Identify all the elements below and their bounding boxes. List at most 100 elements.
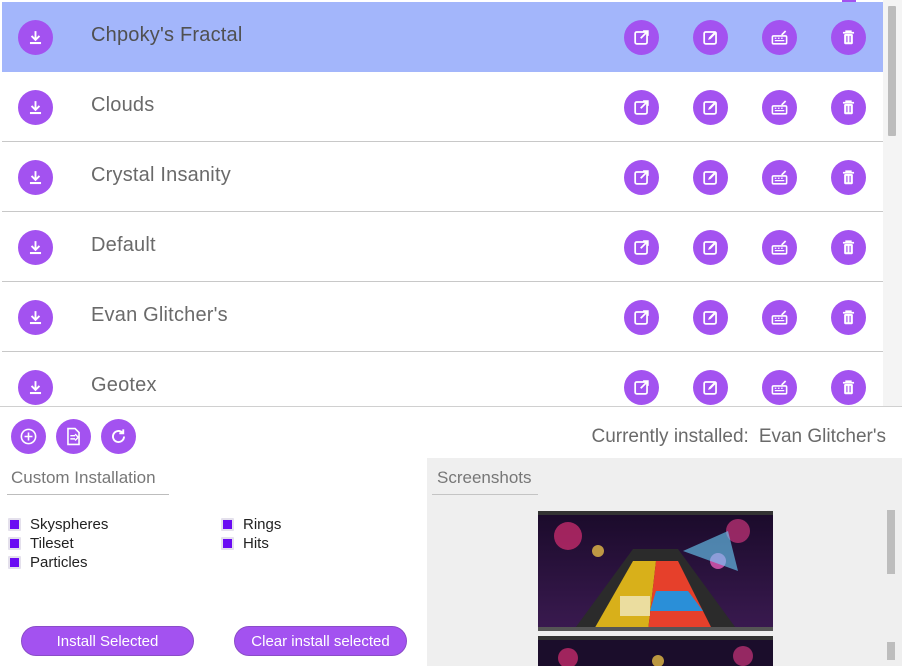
delete-skin-button[interactable] [831, 300, 866, 335]
skin-row[interactable]: Crystal Insanity [2, 142, 883, 212]
edit-icon [703, 101, 717, 115]
screenshots-scrollbar-thumb[interactable] [887, 510, 895, 574]
configure-skin-button[interactable] [762, 90, 797, 125]
open-skin-folder-button[interactable] [624, 370, 659, 405]
option-rings[interactable]: Rings [221, 516, 281, 533]
screenshot-thumbnail[interactable] [538, 636, 773, 666]
configure-skin-button[interactable] [762, 160, 797, 195]
option-hits[interactable]: Hits [221, 535, 269, 552]
keyboard-edit-icon [771, 310, 788, 325]
currently-installed-value: Evan Glitcher's [758, 426, 886, 447]
option-particles[interactable]: Particles [8, 554, 88, 571]
install-skin-button[interactable] [18, 90, 53, 125]
edit-skin-button[interactable] [693, 160, 728, 195]
add-skin-button[interactable] [11, 419, 46, 454]
skin-name: Evan Glitcher's [91, 304, 228, 326]
rings-checkbox[interactable] [221, 518, 234, 531]
delete-skin-button[interactable] [831, 90, 866, 125]
install-skin-button[interactable] [18, 160, 53, 195]
rings-label: Rings [243, 516, 282, 533]
delete-skin-button[interactable] [831, 20, 866, 55]
import-skin-button[interactable] [56, 419, 91, 454]
skin-row[interactable]: Chpoky's Fractal [2, 2, 883, 72]
custom-installation-heading: Custom Installation [7, 466, 169, 495]
open-external-icon [634, 170, 649, 185]
open-external-icon [634, 380, 649, 395]
trash-icon [842, 240, 855, 255]
open-skin-folder-button[interactable] [624, 160, 659, 195]
skyspheres-checkbox[interactable] [8, 518, 21, 531]
edit-icon [703, 241, 717, 255]
download-icon [29, 241, 42, 255]
clear-install-selected-button[interactable]: Clear install selected [234, 626, 407, 656]
import-file-icon [67, 427, 80, 446]
skin-name: Geotex [91, 374, 157, 396]
trash-icon [842, 100, 855, 115]
hits-label: Hits [243, 535, 269, 552]
list-scrollbar-thumb[interactable] [888, 6, 896, 136]
skin-row[interactable]: Geotex [2, 352, 883, 406]
screenshots-heading: Screenshots [432, 466, 538, 495]
particles-checkbox[interactable] [8, 556, 21, 569]
open-skin-folder-button[interactable] [624, 230, 659, 265]
download-icon [29, 31, 42, 45]
open-external-icon [634, 100, 649, 115]
edit-skin-button[interactable] [693, 300, 728, 335]
delete-skin-button[interactable] [831, 230, 866, 265]
hits-checkbox[interactable] [221, 537, 234, 550]
option-tileset[interactable]: Tileset [8, 535, 74, 552]
trash-icon [842, 170, 855, 185]
option-skyspheres[interactable]: Skyspheres [8, 516, 108, 533]
edit-icon [703, 381, 717, 395]
skin-row[interactable]: Evan Glitcher's [2, 282, 883, 352]
screenshot-image [538, 636, 773, 666]
currently-installed-label: Currently installed: [591, 426, 749, 447]
open-external-icon [634, 240, 649, 255]
skin-name: Chpoky's Fractal [91, 24, 243, 46]
trash-icon [842, 30, 855, 45]
install-skin-button[interactable] [18, 370, 53, 405]
skin-name: Clouds [91, 94, 155, 116]
screenshots-scrollbar[interactable] [887, 510, 896, 666]
download-icon [29, 171, 42, 185]
open-skin-folder-button[interactable] [624, 300, 659, 335]
edit-skin-button[interactable] [693, 90, 728, 125]
currently-installed-status: Currently installed: Evan Glitcher's [591, 426, 886, 448]
keyboard-edit-icon [771, 380, 788, 395]
tileset-checkbox[interactable] [8, 537, 21, 550]
delete-skin-button[interactable] [831, 370, 866, 405]
refresh-icon [112, 429, 125, 443]
install-selected-button[interactable]: Install Selected [21, 626, 194, 656]
configure-skin-button[interactable] [762, 20, 797, 55]
open-external-icon [634, 30, 649, 45]
add-circle-icon [20, 428, 37, 445]
download-icon [29, 381, 42, 395]
keyboard-edit-icon [771, 30, 788, 45]
screenshot-thumbnail[interactable] [538, 511, 773, 631]
list-scrollbar[interactable] [883, 0, 902, 406]
install-skin-button[interactable] [18, 300, 53, 335]
edit-skin-button[interactable] [693, 230, 728, 265]
install-skin-button[interactable] [18, 20, 53, 55]
open-skin-folder-button[interactable] [624, 90, 659, 125]
skin-row[interactable]: Clouds [2, 72, 883, 142]
keyboard-edit-icon [771, 240, 788, 255]
delete-skin-button[interactable] [831, 160, 866, 195]
refresh-button[interactable] [101, 419, 136, 454]
skin-row[interactable]: Default [2, 212, 883, 282]
skin-list: Chpoky's Fractal Clouds Crystal Insanity De… [2, 2, 883, 406]
screenshots-scrollbar-thumb[interactable] [887, 642, 895, 660]
edit-skin-button[interactable] [693, 370, 728, 405]
configure-skin-button[interactable] [762, 370, 797, 405]
open-skin-folder-button[interactable] [624, 20, 659, 55]
configure-skin-button[interactable] [762, 300, 797, 335]
configure-skin-button[interactable] [762, 230, 797, 265]
keyboard-edit-icon [771, 170, 788, 185]
edit-icon [703, 171, 717, 185]
skin-name: Default [91, 234, 156, 256]
edit-skin-button[interactable] [693, 20, 728, 55]
skyspheres-label: Skyspheres [30, 516, 109, 533]
tileset-label: Tileset [30, 535, 74, 552]
install-skin-button[interactable] [18, 230, 53, 265]
trash-icon [842, 310, 855, 325]
